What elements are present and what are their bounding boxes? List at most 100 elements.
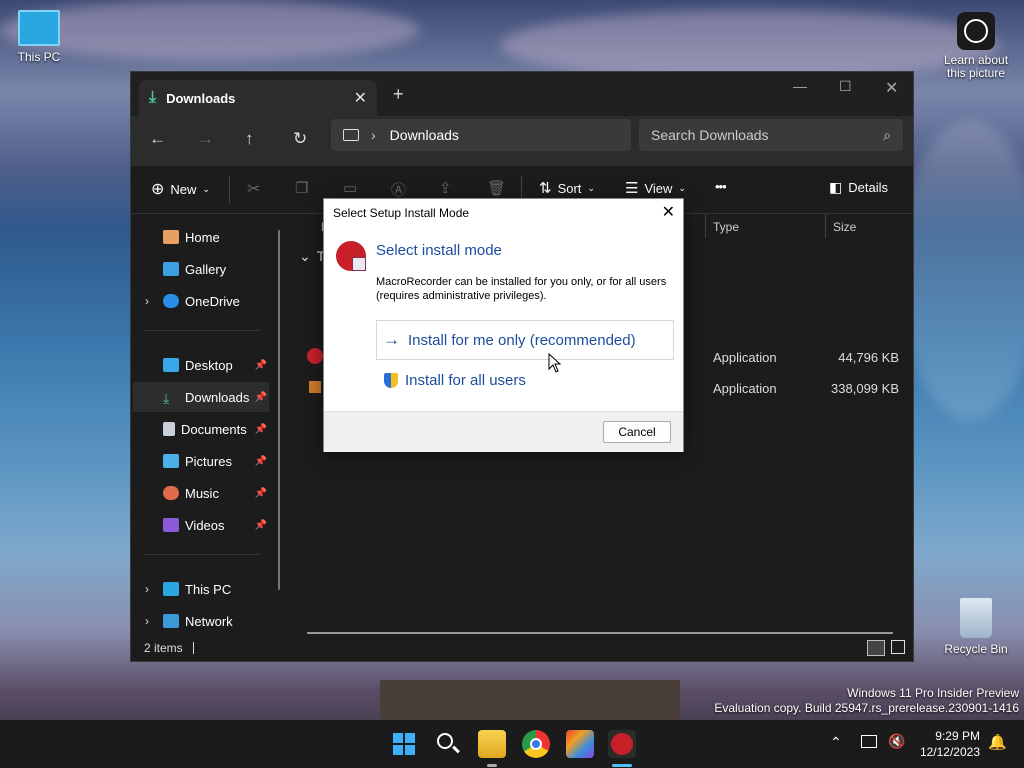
sidebar-item-label: Pictures [185, 453, 232, 469]
new-button[interactable]: ⊕ New ⌄ [151, 179, 210, 199]
recycle-bin-icon [960, 598, 992, 638]
dialog-footer: Cancel [324, 411, 683, 452]
navigation-bar: ← → ↑ ↻ › Downloads Search Downloads ⌕ [131, 116, 913, 166]
install-for-all-button[interactable]: Install for all users [376, 360, 674, 400]
sidebar-item-downloads[interactable]: ⤓ Downloads 📌 [133, 382, 269, 412]
sidebar-item-home[interactable]: Home [133, 222, 269, 252]
copy-icon[interactable]: ❐ [295, 179, 308, 197]
column-header-size[interactable]: Size [833, 220, 856, 234]
chevron-right-icon[interactable]: › [145, 582, 149, 596]
sidebar-item-onedrive[interactable]: › OneDrive [133, 286, 269, 316]
back-icon[interactable]: ← [149, 129, 166, 149]
desktop-icon-learn[interactable]: Learn about this picture [940, 12, 1012, 80]
divider [229, 176, 230, 204]
chevron-down-icon: ⌄ [678, 182, 686, 193]
sidebar-item-label: Desktop [185, 357, 233, 373]
sidebar-scrollbar[interactable] [278, 230, 280, 590]
package-app-icon[interactable] [566, 730, 594, 758]
tab-downloads[interactable]: ⤓ Downloads ✕ [139, 80, 377, 116]
search-input[interactable]: Search Downloads ⌕ [639, 119, 903, 151]
new-tab-button[interactable]: + [393, 84, 404, 105]
paste-icon[interactable]: ▭ [343, 179, 357, 197]
sidebar-item-label: OneDrive [185, 293, 240, 309]
pin-icon[interactable]: 📌 [255, 456, 267, 467]
pin-icon[interactable]: 📌 [255, 488, 267, 499]
pin-icon[interactable]: 📌 [255, 520, 267, 531]
view-icon: ☰ [625, 180, 639, 197]
dialog-title: Select Setup Install Mode [333, 206, 470, 220]
close-icon[interactable]: ✕ [885, 78, 898, 98]
chevron-up-icon[interactable]: ⌃ [830, 734, 842, 751]
running-indicator [487, 764, 497, 767]
share-icon[interactable]: ⇪ [439, 179, 452, 197]
dialog-close-icon[interactable]: ✕ [662, 202, 675, 222]
os-watermark: Windows 11 Pro Insider Preview Evaluatio… [714, 686, 1019, 716]
clock[interactable]: 9:29 PM 12/12/2023 [918, 729, 980, 759]
cancel-button[interactable]: Cancel [603, 421, 671, 443]
network-monitor-icon[interactable] [861, 735, 877, 748]
delete-icon[interactable]: 🗑 [487, 179, 506, 197]
sidebar-item-label: Documents [181, 421, 247, 437]
details-button[interactable]: ◧ Details [829, 179, 888, 196]
active-indicator [612, 764, 632, 767]
sidebar-item-music[interactable]: Music 📌 [133, 478, 269, 508]
details-view-icon[interactable] [867, 640, 885, 656]
more-options-icon[interactable]: ••• [715, 179, 727, 194]
search-icon[interactable] [434, 730, 462, 758]
pin-icon[interactable]: 📌 [255, 424, 267, 435]
desktop-icon-this-pc[interactable]: This PC [4, 10, 74, 64]
up-icon[interactable]: ↑ [245, 129, 254, 149]
monitor-icon [163, 582, 179, 596]
tab-title: Downloads [166, 90, 236, 106]
column-header-type[interactable]: Type [713, 220, 739, 234]
maximize-icon[interactable]: ☐ [839, 78, 852, 95]
title-bar: ⤓ Downloads ✕ + — ☐ ✕ [131, 72, 913, 116]
sidebar-item-label: This PC [185, 581, 232, 597]
view-button[interactable]: ☰ View ⌄ [625, 179, 686, 197]
rename-icon[interactable]: Ⓐ [391, 179, 406, 200]
macrorecorder-taskbar-icon[interactable] [608, 730, 636, 758]
download-icon: ⤓ [149, 89, 157, 106]
sidebar-item-videos[interactable]: Videos 📌 [133, 510, 269, 540]
address-bar[interactable]: › Downloads [331, 119, 631, 151]
sidebar-item-gallery[interactable]: Gallery [133, 254, 269, 284]
pin-icon[interactable]: 📌 [255, 360, 267, 371]
sidebar-item-label: Videos [185, 517, 225, 533]
sidebar-item-label: Home [185, 229, 220, 245]
breadcrumb-downloads[interactable]: Downloads [390, 127, 459, 143]
thumbnails-view-icon[interactable] [891, 640, 905, 654]
sidebar-item-pictures[interactable]: Pictures 📌 [133, 446, 269, 476]
navigation-pane: Home Gallery › OneDrive Desktop 📌 ⤓ Down… [131, 214, 289, 634]
arrow-right-icon: → [383, 330, 400, 349]
sidebar-item-this-pc[interactable]: › This PC [133, 574, 269, 604]
chevron-right-icon[interactable]: › [145, 294, 149, 308]
minimize-icon[interactable]: — [793, 78, 807, 94]
cloud-icon [163, 294, 179, 308]
sidebar-item-documents[interactable]: Documents 📌 [133, 414, 269, 444]
file-explorer-icon[interactable] [478, 730, 506, 758]
forward-icon[interactable]: → [197, 129, 214, 149]
refresh-icon[interactable]: ↻ [293, 129, 307, 149]
chrome-icon[interactable] [522, 730, 550, 758]
setup-install-mode-dialog: Select Setup Install Mode ✕ Select insta… [323, 198, 684, 452]
divider [143, 554, 261, 555]
monitor-icon [18, 10, 60, 46]
tab-close-icon[interactable]: ✕ [354, 88, 367, 108]
speaker-muted-icon[interactable]: 🔇 [888, 733, 905, 750]
sidebar-item-desktop[interactable]: Desktop 📌 [133, 350, 269, 380]
cloud [500, 10, 1000, 80]
install-for-me-button[interactable]: → Install for me only (recommended) [376, 320, 674, 360]
cut-icon[interactable]: ✂ [247, 179, 260, 199]
clock-date: 12/12/2023 [919, 745, 980, 759]
pin-icon[interactable]: 📌 [255, 392, 267, 403]
desktop-icon-recycle-bin[interactable]: Recycle Bin [940, 598, 1012, 656]
sidebar-item-label: Gallery [185, 261, 227, 277]
details-pane-icon: ◧ [829, 179, 843, 195]
dialog-description: MacroRecorder can be installed for you o… [376, 276, 667, 302]
learn-label: Learn about this picture [943, 53, 1009, 80]
chevron-right-icon[interactable]: › [145, 614, 149, 628]
notification-bell-icon[interactable]: 🔔 [988, 733, 1007, 751]
sidebar-item-network[interactable]: › Network [133, 606, 269, 636]
sort-button[interactable]: ⇅ Sort ⌄ [539, 179, 595, 197]
start-button-windows-icon[interactable] [390, 730, 418, 758]
